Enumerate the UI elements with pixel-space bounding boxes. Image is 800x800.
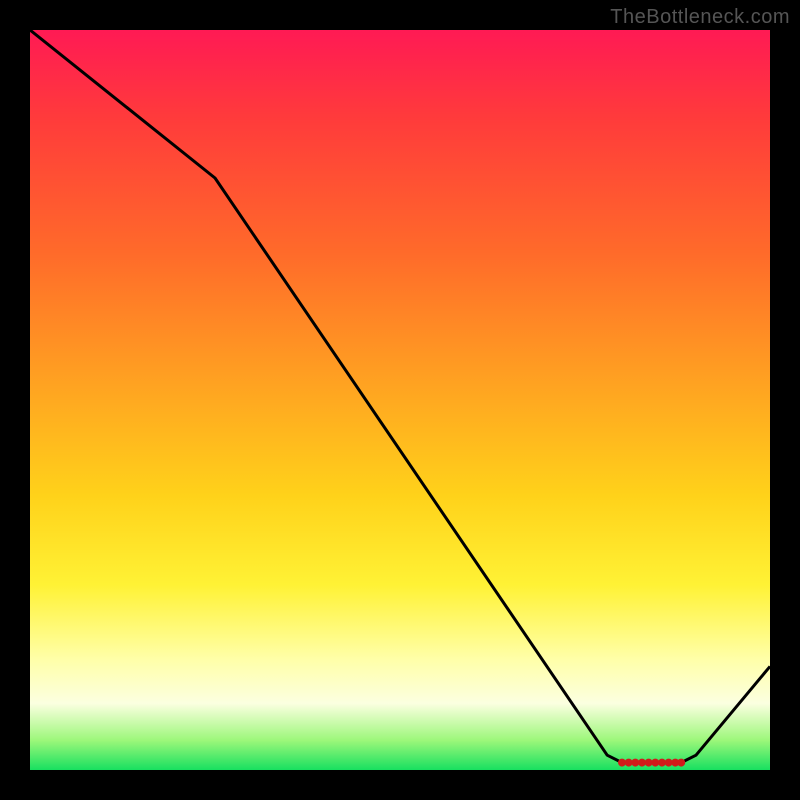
chart-frame: TheBottleneck.com — [0, 0, 800, 800]
attribution-label: TheBottleneck.com — [610, 6, 790, 29]
chart-overlay-svg — [30, 30, 770, 770]
plot-area — [30, 30, 770, 770]
marker-dot — [677, 759, 685, 767]
bottleneck-curve — [30, 30, 770, 763]
optimal-range-markers — [618, 759, 685, 767]
